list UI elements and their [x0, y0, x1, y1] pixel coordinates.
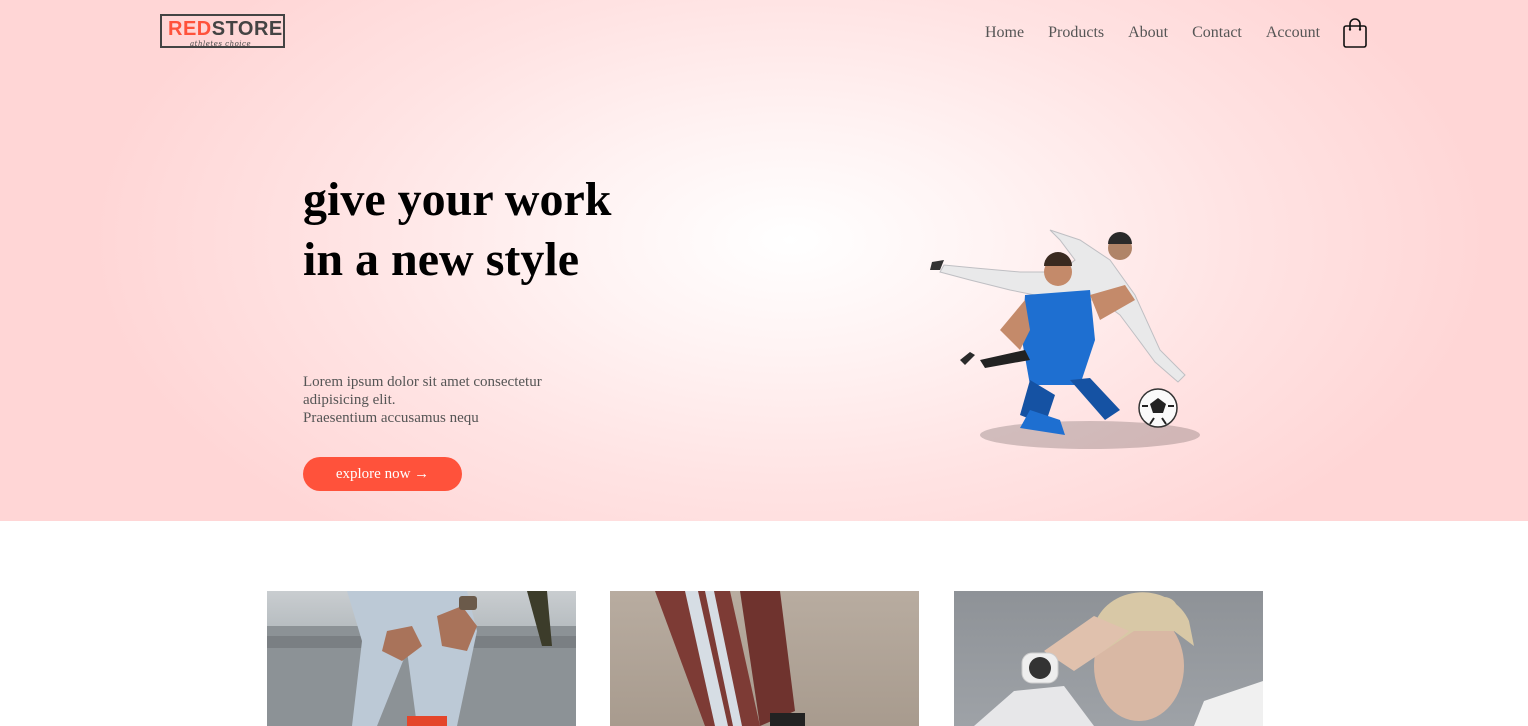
hero-description: Lorem ipsum dolor sit amet consectetur a… [303, 374, 542, 426]
category-card-jeans[interactable] [267, 591, 576, 726]
nav-home[interactable]: Home [985, 22, 1024, 44]
nav-account[interactable]: Account [1266, 22, 1320, 44]
track-pants-photo [655, 591, 805, 726]
shopping-bag-icon[interactable] [1342, 17, 1368, 49]
ripped-jeans-sneakers-photo [267, 591, 576, 726]
football-players-illustration [930, 210, 1230, 460]
category-card-smartwatch[interactable] [954, 591, 1263, 726]
smartwatch-woman-photo [974, 592, 1263, 726]
explore-now-button[interactable]: explore now → [303, 457, 462, 491]
hero-section: REDSTORE athletes choice Home Products A… [0, 0, 1528, 521]
nav-products[interactable]: Products [1048, 22, 1104, 44]
redstore-logo[interactable]: REDSTORE athletes choice [160, 14, 285, 48]
nav-contact[interactable]: Contact [1192, 22, 1242, 44]
logo-wordmark: REDSTORE [168, 18, 283, 40]
logo-tagline: athletes choice [190, 40, 252, 48]
hero-title: give your work in a new style [303, 173, 612, 286]
main-nav: Home Products About Contact Account [985, 22, 1344, 44]
category-card-trackpants[interactable] [610, 591, 919, 726]
nav-about[interactable]: About [1128, 22, 1168, 44]
